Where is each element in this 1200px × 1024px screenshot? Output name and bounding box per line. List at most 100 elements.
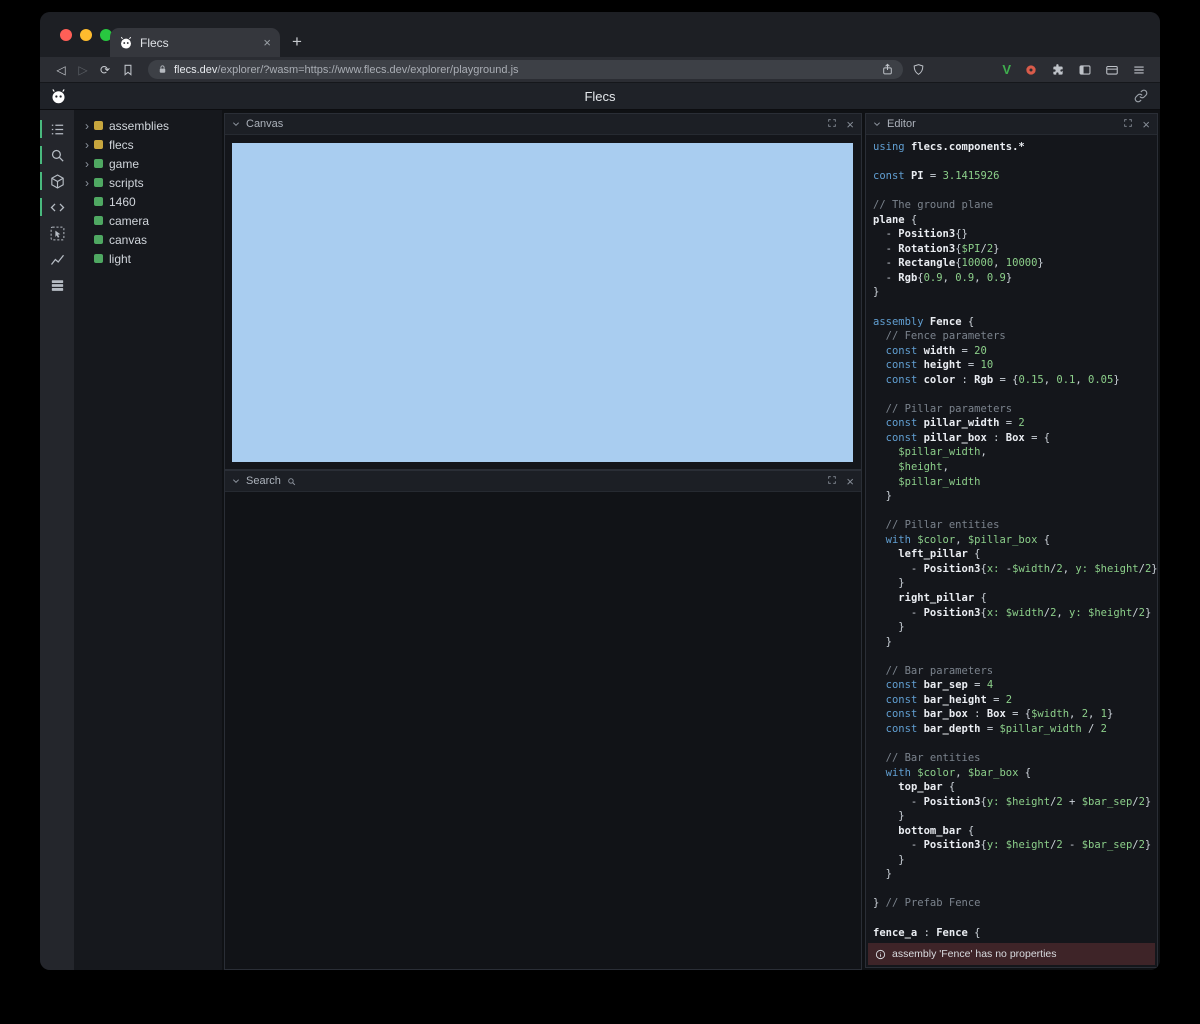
forward-button: ▷ xyxy=(72,63,94,77)
code-line xyxy=(873,300,1155,315)
tab-close-icon[interactable]: × xyxy=(263,36,271,49)
scene-cube-icon[interactable] xyxy=(40,168,74,194)
close-panel-icon[interactable]: × xyxy=(1142,118,1150,131)
vimium-extension-icon[interactable]: V xyxy=(1002,62,1011,77)
app-header: Flecs xyxy=(40,82,1160,110)
panel-title: Search xyxy=(246,475,281,487)
code-line: // Pillar parameters xyxy=(873,402,1155,417)
url-text[interactable]: flecs.dev/explorer/?wasm=https://www.fle… xyxy=(174,64,875,76)
search-icon[interactable] xyxy=(40,142,74,168)
expand-chevron-icon[interactable]: › xyxy=(82,158,92,170)
browser-toolbar: ◁ ▷ ⟳ flecs.dev/explorer/?wasm=https://w… xyxy=(40,57,1160,82)
entity-color-square xyxy=(94,140,103,149)
entity-tree: ›assemblies›flecs›game›scripts1460camera… xyxy=(74,110,222,970)
tree-item[interactable]: 1460 xyxy=(74,192,222,211)
inspector-cursor-icon[interactable] xyxy=(40,220,74,246)
entity-color-square xyxy=(94,235,103,244)
entity-color-square xyxy=(94,197,103,206)
wallet-card-icon[interactable] xyxy=(1105,63,1119,77)
3d-viewport[interactable] xyxy=(232,143,853,462)
chevron-down-icon[interactable] xyxy=(873,120,881,128)
expand-chevron-icon[interactable]: › xyxy=(82,177,92,189)
address-bar[interactable]: flecs.dev/explorer/?wasm=https://www.fle… xyxy=(148,60,903,79)
expand-panel-icon[interactable] xyxy=(827,115,837,133)
reload-button[interactable]: ⟳ xyxy=(94,63,116,77)
entity-label: flecs xyxy=(109,138,134,152)
minimize-window-button[interactable] xyxy=(80,29,92,41)
browser-tab[interactable]: Flecs × xyxy=(110,28,280,57)
expand-panel-icon[interactable] xyxy=(1123,115,1133,133)
chevron-down-icon[interactable] xyxy=(232,120,240,128)
tree-item[interactable]: ›scripts xyxy=(74,173,222,192)
menu-hamburger-icon[interactable] xyxy=(1132,63,1146,77)
code-line: - Position3{y: $height/2 + $bar_sep/2} xyxy=(873,795,1155,810)
entity-label: game xyxy=(109,157,139,171)
shield-icon[interactable] xyxy=(912,63,925,76)
code-line: } // Prefab Fence xyxy=(873,896,1155,911)
magnifier-icon xyxy=(287,477,296,486)
code-line: top_bar { xyxy=(873,780,1155,795)
code-line: bottom_bar { xyxy=(873,824,1155,839)
code-editor-icon[interactable] xyxy=(40,194,74,220)
code-line: const bar_depth = $pillar_width / 2 xyxy=(873,722,1155,737)
canvas-panel-body xyxy=(225,135,861,469)
tree-item[interactable]: light xyxy=(74,249,222,268)
code-line: const bar_sep = 4 xyxy=(873,678,1155,693)
sidebar-toggle-icon[interactable] xyxy=(1078,63,1092,77)
red-extension-icon[interactable] xyxy=(1024,63,1038,77)
tree-item[interactable]: › game xyxy=(74,154,222,173)
url-path: /explorer/?wasm=https://www.flecs.dev/ex… xyxy=(217,64,518,76)
tree-view-icon[interactable] xyxy=(40,116,74,142)
expand-panel-icon[interactable] xyxy=(827,472,837,490)
entity-label: 1460 xyxy=(109,195,136,209)
search-panel-body[interactable] xyxy=(225,492,861,969)
code-line xyxy=(873,387,1155,402)
entity-color-square xyxy=(94,121,103,130)
flecs-favicon xyxy=(119,36,133,50)
code-line: const PI = 3.1415926 xyxy=(873,169,1155,184)
code-line: plane { xyxy=(873,213,1155,228)
expand-chevron-icon[interactable]: › xyxy=(82,139,92,151)
code-line xyxy=(873,155,1155,170)
stats-chart-icon[interactable] xyxy=(40,246,74,272)
code-line: const pillar_width = 2 xyxy=(873,416,1155,431)
code-line: - Rgb{0.9, 0.9, 0.9} xyxy=(873,271,1155,286)
chevron-down-icon[interactable] xyxy=(232,477,240,485)
canvas-panel: Canvas × xyxy=(224,113,862,470)
new-tab-button[interactable]: + xyxy=(292,33,302,50)
code-line: } xyxy=(873,809,1155,824)
expand-chevron-icon[interactable]: › xyxy=(82,120,92,132)
tree-item[interactable]: ›assemblies xyxy=(74,116,222,135)
page-title: Flecs xyxy=(40,89,1160,104)
share-link-icon[interactable] xyxy=(1134,89,1148,103)
extensions-puzzle-icon[interactable] xyxy=(1051,63,1065,77)
close-window-button[interactable] xyxy=(60,29,72,41)
code-line: // The ground plane xyxy=(873,198,1155,213)
share-icon[interactable] xyxy=(881,63,894,76)
entity-label: light xyxy=(109,252,131,266)
code-line: using flecs.components.* xyxy=(873,140,1155,155)
editor-error-bar: assembly 'Fence' has no properties xyxy=(868,943,1155,965)
close-panel-icon[interactable]: × xyxy=(846,118,854,131)
entity-color-square xyxy=(94,254,103,263)
icon-rail xyxy=(40,110,74,970)
code-line: - Position3{x: -$width/2, y: $height/2} xyxy=(873,562,1155,577)
tree-item[interactable]: canvas xyxy=(74,230,222,249)
browser-window: Flecs × + ◁ ▷ ⟳ flecs.dev/explorer/?wasm… xyxy=(40,12,1160,970)
bookmark-icon[interactable] xyxy=(121,63,135,77)
flecs-logo-icon[interactable] xyxy=(50,88,67,105)
tree-item[interactable]: camera xyxy=(74,211,222,230)
code-line: const color : Rgb = {0.15, 0.1, 0.05} xyxy=(873,373,1155,388)
code-line: - Position3{x: $width/2, y: $height/2} xyxy=(873,606,1155,621)
queries-list-icon[interactable] xyxy=(40,272,74,298)
tree-item[interactable]: › flecs xyxy=(74,135,222,154)
back-button[interactable]: ◁ xyxy=(50,63,72,77)
code-line: // Bar parameters xyxy=(873,664,1155,679)
code-line: with $color, $pillar_box { xyxy=(873,533,1155,548)
code-line: $pillar_width xyxy=(873,475,1155,490)
code-line: const bar_box : Box = {$width, 2, 1} xyxy=(873,707,1155,722)
editor-code[interactable]: using flecs.components.* const PI = 3.14… xyxy=(873,140,1155,940)
entity-color-square xyxy=(94,178,103,187)
code-line: // Bar entities xyxy=(873,751,1155,766)
close-panel-icon[interactable]: × xyxy=(846,475,854,488)
